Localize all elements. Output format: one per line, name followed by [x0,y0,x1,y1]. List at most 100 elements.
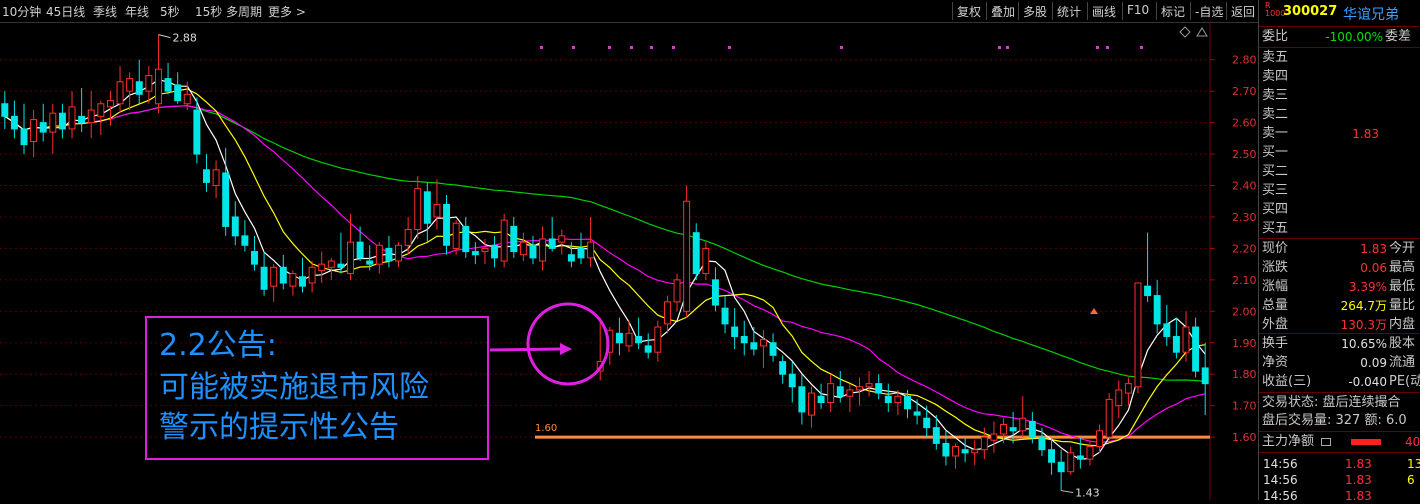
candle-body [692,232,700,275]
candle-body [856,386,863,391]
toolbar-button[interactable]: 复权 [952,2,985,20]
candle-body [106,100,114,108]
candle-body [433,203,441,218]
main-flow-row: 主力净额 40 [1262,434,1420,449]
candle [1076,437,1084,469]
y-tick-label: 2.30 [1232,211,1257,224]
candle-body [904,395,911,410]
candle [644,333,652,359]
candle-body [375,244,383,265]
event-dot [572,46,575,49]
candle-body [260,266,268,290]
candle-body [491,244,499,259]
candle-body [318,263,326,271]
toolbar-button[interactable]: 标记 [1156,2,1189,20]
y-tick-label: 2.60 [1232,117,1257,130]
candle-body [1153,295,1161,325]
candle-body [587,241,595,259]
candle [308,261,316,293]
candle [692,223,700,280]
candle-body [635,335,643,344]
candle [807,386,815,428]
candle [145,66,153,104]
period-tab[interactable]: 5秒 [160,3,180,20]
candle [990,421,998,453]
y-tick-label: 1.90 [1232,337,1257,350]
toolbar-button[interactable]: -自选 [1190,2,1227,20]
candle [1201,342,1209,416]
candle [68,91,76,139]
event-dot [1140,46,1143,49]
candle [491,235,499,268]
order-book-label: 卖五 [1262,50,1289,65]
candle-body [414,188,422,231]
candle [952,443,959,469]
event-dot [672,46,675,49]
diamond-icon[interactable] [1179,26,1191,38]
candle-body [625,332,633,347]
candle-body [721,307,729,325]
candle-body [135,81,143,95]
candle [1067,446,1075,475]
toolbar-button[interactable]: 返回 [1226,2,1259,20]
toolbar-button[interactable]: 多股 [1018,2,1051,20]
candle [251,235,258,271]
quote-label-2: 量比 [1389,298,1416,313]
quote-label-2: PE(动) [1389,374,1420,389]
triangle-icon[interactable] [1196,27,1208,37]
y-tick-label: 2.20 [1232,242,1257,255]
order-book-label: 卖二 [1262,107,1289,122]
candle [798,374,806,425]
candle-body [1201,367,1209,385]
candle [174,72,182,104]
quote-label-2: 流通 [1389,355,1416,370]
candle-body [510,225,518,253]
candle-body [471,251,479,256]
period-tab[interactable]: 更多 > [268,3,306,20]
candle-body [961,449,969,454]
divider [1259,238,1420,239]
period-tab[interactable]: 年线 [125,3,149,20]
toolbar-button[interactable]: F10 [1122,2,1153,20]
candle [279,254,287,290]
candle [260,251,268,296]
candle [154,34,162,114]
quote-label: 涨跌 [1262,260,1289,275]
event-dot [650,46,653,49]
announcement-line-1: 2.2公告: [159,328,277,363]
order-book-label: 买一 [1262,145,1289,160]
candle [683,185,691,318]
candle-body [548,238,556,249]
quote-label-2: 内盘 [1389,317,1416,332]
event-dot [540,46,543,49]
candle-body [193,109,201,155]
candle-body [145,74,153,92]
period-tab[interactable]: 季线 [93,3,117,20]
toolbar-button[interactable]: 叠加 [986,2,1019,20]
quote-row: 涨跌 0.06 最高 [1259,260,1420,276]
period-tab[interactable]: 15秒 [195,3,222,20]
period-tab[interactable]: 10分钟 [2,3,41,20]
candle-body [241,235,249,246]
candle [58,103,66,139]
quote-value: 10.65% [1341,337,1387,351]
order-book-label: 买三 [1262,183,1289,198]
period-tab[interactable]: 45日线 [46,3,85,20]
candle [1105,393,1113,441]
candle [702,242,710,280]
candle-body [865,383,873,388]
candle [1019,396,1027,438]
candle-body [279,266,287,284]
candle [971,440,979,466]
toolbar-button[interactable]: 画线 [1087,2,1120,20]
candle-body [423,191,431,224]
toolbar-button[interactable]: 统计 [1052,2,1085,20]
candle-body [154,68,162,105]
period-tab[interactable]: 多周期 [226,3,262,20]
candle-body [1182,326,1190,353]
candle [347,213,354,280]
candle [106,91,114,126]
main-flow-bar [1351,439,1381,445]
candle-body [798,386,806,413]
quote-label: 换手 [1262,336,1289,351]
